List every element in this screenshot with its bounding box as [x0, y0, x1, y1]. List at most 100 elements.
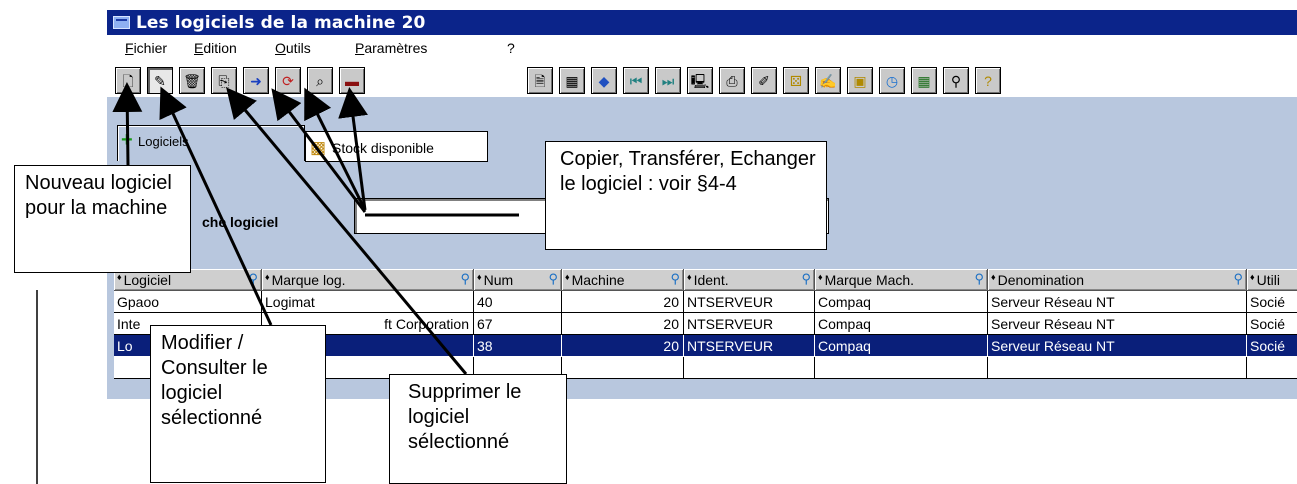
delete-icon: 🗑	[183, 72, 201, 89]
sort-icon: ♦	[687, 272, 692, 282]
tool-button-3[interactable]: ◆	[591, 67, 617, 94]
col-header[interactable]: ♦ Marque Mach. ⚲	[815, 269, 988, 291]
sort-icon: ♦	[565, 272, 570, 282]
search-icon: ⚲	[670, 271, 680, 286]
search-label: che logiciel	[202, 214, 279, 230]
delete-button[interactable]: 🗑	[179, 67, 205, 94]
cell: Serveur Réseau NT	[988, 291, 1247, 313]
cell	[562, 357, 684, 379]
transfer-button[interactable]: ➜	[243, 67, 269, 94]
computer-icon: 🖳	[690, 72, 710, 89]
col-header[interactable]: ♦ Ident. ⚲	[684, 269, 815, 291]
new-document-icon: 🗋	[122, 72, 134, 89]
dropper-icon: ✐	[758, 72, 770, 89]
search-icon: ⚲	[1233, 271, 1243, 286]
cell: Compaq	[815, 291, 988, 313]
exchange-button[interactable]: ⟳	[275, 67, 301, 94]
transfer-icon: ➜	[250, 72, 262, 89]
cell: NTSERVEUR	[684, 313, 815, 335]
search-button[interactable]: ⚲	[943, 67, 969, 94]
table-row[interactable]: Gpaoo Logimat 40 20 NTSERVEUR Compaq Ser…	[114, 291, 1297, 313]
tab-stock-label: Stock disponible	[332, 140, 434, 156]
binoculars-button[interactable]: ⌕	[307, 67, 333, 94]
sort-icon: ♦	[265, 272, 270, 282]
dice-icon: ⚄	[789, 72, 803, 89]
menu-parametres[interactable]: Paramètres	[355, 40, 427, 56]
document-icon: 🗎	[534, 72, 546, 89]
calculator-button[interactable]: ▦	[911, 67, 937, 94]
help-button[interactable]: ?	[975, 67, 1001, 94]
callout-copier: Copier, Transférer, Echanger le logiciel…	[545, 141, 827, 250]
dice-button[interactable]: ⚄	[783, 67, 809, 94]
cell: Gpaoo	[114, 291, 262, 313]
memory-icon: ▬	[345, 72, 359, 89]
new-button[interactable]: 🗋	[115, 67, 141, 94]
col-header[interactable]: ♦ Num ⚲	[474, 269, 562, 291]
menu-fichier[interactable]: Fichier	[125, 40, 167, 56]
cell	[815, 357, 988, 379]
exchange-icon: ⟳	[282, 72, 294, 89]
cell: 20	[562, 313, 684, 335]
cell	[1247, 357, 1297, 379]
menu-outils[interactable]: Outils	[275, 40, 311, 56]
cell: Compaq	[815, 313, 988, 335]
cell: Compaq	[815, 335, 988, 357]
folder-button[interactable]: ▣	[847, 67, 873, 94]
tab-logiciels[interactable]: + Logiciels	[117, 125, 305, 161]
first-icon: ⏮	[629, 72, 643, 89]
cell	[684, 357, 815, 379]
search-icon: ⚲	[248, 271, 258, 286]
cell: 38	[474, 335, 562, 357]
copy-button[interactable]: ⎘	[211, 67, 237, 94]
tool-button-1[interactable]: 🗎	[527, 67, 553, 94]
sort-icon: ♦	[1250, 272, 1255, 282]
print-icon: ⎙	[726, 72, 738, 89]
sort-icon: ♦	[117, 272, 122, 282]
col-header[interactable]: ♦ Machine ⚲	[562, 269, 684, 291]
clock-button[interactable]: ◷	[879, 67, 905, 94]
last-record-button[interactable]: ⏭	[655, 67, 681, 94]
cell: NTSERVEUR	[684, 291, 815, 313]
cell: 40	[474, 291, 562, 313]
col-header[interactable]: ♦ Marque log. ⚲	[262, 269, 474, 291]
table-header: ♦ Logiciel ⚲ ♦ Marque log. ⚲ ♦ Num ⚲ ♦ Machine ⚲…	[114, 269, 1297, 291]
callout-modifier: Modifier / Consulter le logiciel sélecti…	[150, 325, 326, 483]
cell	[988, 357, 1247, 379]
callout-supprimer: Supprimer le logiciel sélectionné	[389, 374, 567, 484]
copy-icon: ⎘	[218, 72, 230, 89]
search-icon: ⚲	[548, 271, 558, 286]
tool-button-2[interactable]: ▦	[559, 67, 585, 94]
dropper-button[interactable]: ✐	[751, 67, 777, 94]
memory-button[interactable]: ▬	[339, 67, 365, 94]
tab-logiciels-label: Logiciels	[138, 134, 189, 149]
binoculars-icon: ⚲	[950, 72, 962, 89]
cell: NTSERVEUR	[684, 335, 815, 357]
col-header[interactable]: ♦ Denomination ⚲	[988, 269, 1247, 291]
menu-help[interactable]: ?	[507, 40, 515, 56]
search-icon: ⚲	[801, 271, 811, 286]
menu-edition[interactable]: Edition	[194, 40, 237, 56]
computer-button[interactable]: 🖳	[687, 67, 713, 94]
note-icon: ✍	[819, 72, 837, 89]
add-software-icon: +	[121, 129, 133, 151]
toolbar: 🗋 ✎ 🗑 ⎘ ➜ ⟳ ⌕ ▬ 🗎 ▦ ◆ ⏮ ⏭ 🖳 ⎙ ✐ ⚄ ✍ ▣ ◷ …	[107, 61, 1297, 97]
note-button[interactable]: ✍	[815, 67, 841, 94]
cell: Serveur Réseau NT	[988, 313, 1247, 335]
sort-icon: ♦	[477, 272, 482, 282]
search-icon: ⚲	[974, 271, 984, 286]
calculator-icon: ▦	[917, 72, 931, 89]
tab-stock[interactable]: ▩ Stock disponible	[305, 131, 488, 162]
edit-button[interactable]: ✎	[147, 67, 173, 94]
stock-icon: ▩	[310, 138, 327, 157]
folder-icon: ▣	[853, 72, 867, 89]
sort-icon: ♦	[818, 272, 823, 282]
window-title: Les logiciels de la machine 20	[136, 12, 426, 33]
cell: 20	[562, 291, 684, 313]
window-icon	[113, 16, 130, 29]
book-icon: ◆	[598, 72, 610, 89]
form-icon: ▦	[565, 72, 579, 89]
col-header[interactable]: ♦ Utili	[1247, 269, 1297, 291]
first-record-button[interactable]: ⏮	[623, 67, 649, 94]
print-button[interactable]: ⎙	[719, 67, 745, 94]
binoculars-icon: ⌕	[316, 72, 324, 89]
